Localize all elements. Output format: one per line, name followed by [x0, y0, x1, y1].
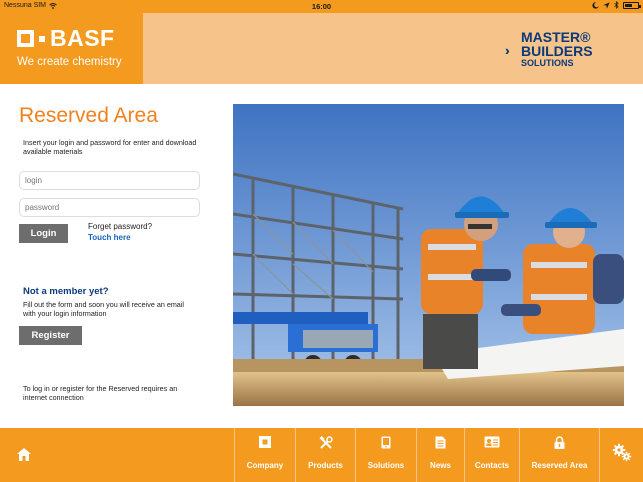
home-button[interactable] — [0, 428, 48, 482]
login-button[interactable]: Login — [19, 224, 68, 243]
basf-wordmark: BASF — [50, 25, 115, 51]
basf-square-solid-icon — [39, 35, 45, 42]
partner-logo-line2: BUILDERS — [521, 43, 593, 59]
partner-logo-line2-row: ›› BUILDERS — [505, 43, 625, 59]
nav-item-reserved-area[interactable]: Reserved Area — [519, 428, 599, 482]
register-button[interactable]: Register — [19, 326, 82, 345]
clock: 16:00 — [311, 2, 332, 11]
register-title: Not a member yet? — [23, 286, 109, 297]
construction-workers-photo — [233, 104, 624, 406]
nav-item-products[interactable]: Products — [295, 428, 355, 482]
forgot-password-text: Forget password? — [88, 222, 153, 231]
tools-icon — [319, 436, 333, 449]
nav-label-products: Products — [308, 461, 343, 470]
gears-icon — [612, 443, 632, 462]
nav-label-news: News — [430, 461, 451, 470]
partner-logo-line3: SOLUTIONS — [521, 58, 574, 68]
basf-logo: BASF — [17, 27, 115, 50]
register-text: Fill out the form and soon you will rece… — [23, 300, 184, 318]
basf-tagline: We create chemistry — [17, 56, 122, 68]
page-title: Reserved Area — [19, 104, 158, 127]
connection-note: To log in or register for the Reserved r… — [23, 384, 178, 402]
nav-label-contacts: Contacts — [474, 461, 510, 470]
nav-label-reserved-area: Reserved Area — [531, 461, 588, 470]
location-arrow-icon — [603, 1, 610, 9]
nav-item-contacts[interactable]: Contacts — [464, 428, 519, 482]
bottom-nav: Company Products Solutions News Contacts… — [0, 428, 643, 482]
nav-label-solutions: Solutions — [367, 461, 405, 470]
touch-here-link[interactable]: Touch here — [88, 233, 131, 242]
basf-logo-block: BASF We create chemistry — [0, 13, 143, 84]
home-icon — [17, 448, 31, 461]
moon-icon — [592, 1, 599, 9]
battery-icon — [623, 1, 641, 9]
password-input[interactable] — [19, 198, 200, 217]
partner-logo-line1: MASTER® — [521, 29, 591, 45]
nav-label-company: Company — [246, 461, 284, 470]
nav-item-solutions[interactable]: Solutions — [355, 428, 416, 482]
header: BASF We create chemistry MASTER® ›› BUIL… — [0, 13, 643, 84]
nav-item-company[interactable]: Company — [234, 428, 295, 482]
master-builders-logo: MASTER® ›› BUILDERS SOLUTIONS — [505, 30, 625, 68]
status-icons — [592, 1, 641, 9]
nav-item-news[interactable]: News — [416, 428, 464, 482]
bluetooth-icon — [614, 1, 619, 9]
document-icon — [435, 436, 446, 449]
lock-icon — [554, 436, 565, 449]
login-input[interactable] — [19, 171, 200, 190]
login-intro-text: Insert your login and password for enter… — [23, 138, 197, 156]
contact-card-icon — [484, 436, 500, 448]
double-chevron-icon: ›› — [505, 43, 510, 58]
settings-button[interactable] — [599, 428, 643, 482]
status-bar: Nessuna SIM 16:00 — [0, 0, 643, 13]
building-icon — [259, 436, 271, 448]
basf-square-outline-icon — [17, 30, 34, 47]
tablet-icon — [381, 436, 391, 449]
